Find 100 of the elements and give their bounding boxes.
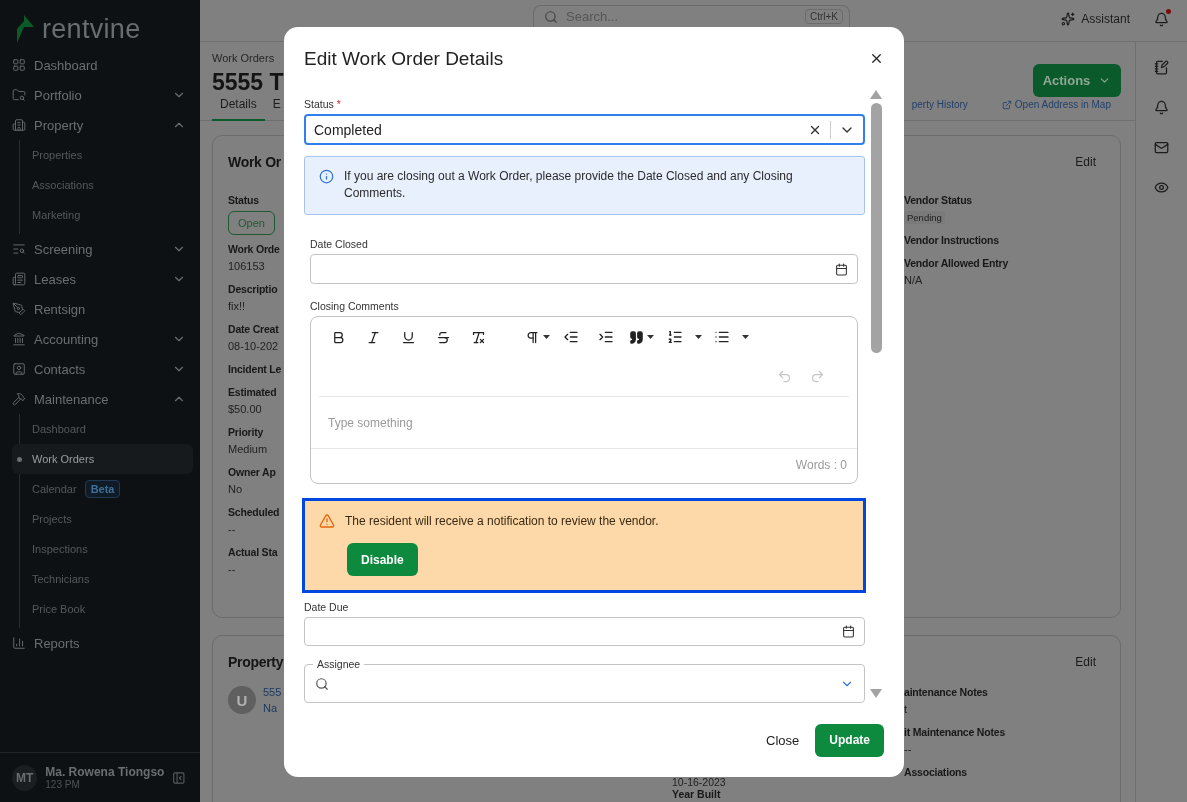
status-badge: Open bbox=[228, 211, 275, 235]
field-label: Closing Comments bbox=[310, 300, 400, 313]
nav-item[interactable]: Property bbox=[0, 110, 200, 140]
field-value: fix!! bbox=[228, 299, 246, 314]
field-value: 08-10-202 bbox=[228, 339, 279, 354]
field-label: Date Due bbox=[304, 601, 350, 614]
nav-item[interactable]: Dashboard bbox=[0, 50, 200, 80]
link[interactable]: Open Address in Map bbox=[1001, 99, 1111, 120]
nav-subitem[interactable]: Dashboard bbox=[12, 414, 193, 444]
nav-subitem[interactable]: Calendar Beta bbox=[12, 474, 193, 504]
field-value: No bbox=[228, 482, 243, 497]
notebook-icon[interactable] bbox=[1154, 60, 1169, 75]
field-label: Scheduled bbox=[228, 505, 280, 520]
field-label: Owner Ap bbox=[228, 465, 276, 480]
grid-icon bbox=[12, 58, 26, 72]
nav-item[interactable]: Reports bbox=[0, 628, 200, 658]
field-value: 106153 bbox=[228, 259, 265, 274]
field-label: it Maintenance Notes bbox=[904, 725, 1006, 740]
underline-icon[interactable] bbox=[401, 329, 416, 345]
disable-button[interactable]: Disable bbox=[347, 543, 418, 577]
close-button[interactable]: Close bbox=[766, 732, 800, 748]
paragraph-icon[interactable] bbox=[525, 329, 540, 345]
bold-icon[interactable] bbox=[331, 329, 346, 345]
nav-item[interactable]: Maintenance bbox=[0, 384, 200, 414]
field-label: Vendor Status bbox=[904, 193, 972, 208]
mail-icon[interactable] bbox=[1154, 140, 1169, 155]
address-link[interactable]: 555 bbox=[263, 684, 282, 700]
sparkles-icon bbox=[1061, 12, 1076, 26]
edit-link[interactable]: Edit bbox=[1075, 655, 1096, 669]
field-label: Work Orde bbox=[228, 242, 280, 257]
actions-button[interactable]: Actions bbox=[1033, 64, 1121, 97]
nav-item[interactable]: Accounting bbox=[0, 324, 200, 354]
calendar-icon bbox=[835, 262, 848, 276]
clear-format-icon[interactable] bbox=[471, 329, 486, 345]
status-badge: Pending bbox=[904, 211, 945, 224]
contact-card-icon bbox=[12, 362, 26, 376]
search-icon bbox=[544, 9, 558, 24]
tab[interactable]: E bbox=[264, 97, 289, 121]
logo-text: rentvine bbox=[42, 13, 141, 45]
nav-subitem[interactable]: Technicians bbox=[12, 564, 193, 594]
field-label: Year Built bbox=[672, 788, 721, 800]
nav-item[interactable]: Contacts bbox=[0, 354, 200, 384]
bank-icon bbox=[12, 332, 26, 346]
field-label: Status * bbox=[304, 98, 342, 110]
caret-icon bbox=[543, 335, 550, 340]
numbered-list-icon[interactable] bbox=[667, 329, 683, 346]
quote-icon[interactable] bbox=[629, 329, 644, 345]
page-title: 5555 T bbox=[212, 69, 284, 96]
hammer-icon bbox=[12, 392, 26, 406]
nav-item[interactable]: Portfolio bbox=[0, 80, 200, 110]
field-label: Status bbox=[228, 193, 259, 208]
italic-icon[interactable] bbox=[366, 329, 381, 345]
nav-subitem[interactable]: Projects bbox=[12, 504, 193, 534]
notifications-button[interactable] bbox=[1154, 12, 1169, 27]
close-button[interactable] bbox=[869, 51, 884, 66]
word-count: Words : 0 bbox=[795, 458, 847, 473]
nav-subitem[interactable]: Inspections bbox=[12, 534, 193, 564]
field-label: Associations bbox=[904, 765, 967, 780]
eye-icon[interactable] bbox=[1154, 180, 1169, 195]
comments-editor[interactable]: Type something Words : 0 bbox=[310, 316, 858, 485]
newspaper-icon bbox=[12, 272, 26, 286]
status-select[interactable]: Completed bbox=[304, 114, 865, 146]
beta-badge: Beta bbox=[84, 480, 121, 498]
nav-subitem[interactable]: Properties bbox=[12, 140, 193, 170]
strikethrough-icon[interactable] bbox=[436, 329, 451, 345]
field-value: -- bbox=[228, 562, 236, 577]
field-value: $50.00 bbox=[228, 402, 262, 417]
nav-item[interactable]: Rentsign bbox=[0, 294, 200, 324]
building-icon bbox=[12, 118, 26, 132]
field-value: 10-16-2023 bbox=[672, 776, 726, 788]
nav-subitem[interactable]: Marketing bbox=[12, 200, 193, 230]
assistant-button[interactable]: Assistant bbox=[1061, 12, 1130, 26]
date-due-field[interactable] bbox=[304, 617, 865, 647]
card-title: Property bbox=[228, 654, 284, 670]
warning-text: The resident will receive a notification to review the vendor. bbox=[345, 514, 659, 529]
edit-link[interactable]: Edit bbox=[1075, 155, 1096, 169]
update-button[interactable]: Update bbox=[815, 723, 884, 757]
nav-item[interactable]: Screening bbox=[0, 234, 200, 264]
address-link[interactable]: Na bbox=[263, 700, 282, 716]
nav-subitem[interactable]: Associations bbox=[12, 170, 193, 200]
field-label: aintenance Notes bbox=[904, 685, 988, 700]
link[interactable]: perty History bbox=[911, 99, 968, 120]
bell-icon[interactable] bbox=[1154, 100, 1169, 115]
field-label: Actual Sta bbox=[228, 545, 278, 560]
calendar-icon bbox=[842, 625, 855, 639]
nav-subitem[interactable]: Work Orders bbox=[12, 444, 193, 474]
nav-item[interactable]: Leases bbox=[0, 264, 200, 294]
nav-subitem[interactable]: Price Book bbox=[12, 594, 193, 624]
warning-icon bbox=[319, 513, 335, 530]
tab[interactable]: Details bbox=[212, 97, 265, 121]
caret-icon bbox=[742, 335, 749, 340]
dialog-title: Edit Work Order Details bbox=[304, 47, 504, 70]
info-icon bbox=[319, 169, 334, 185]
field-label: Date Creat bbox=[228, 322, 279, 337]
date-closed-field[interactable] bbox=[310, 254, 858, 285]
field-label: Estimated bbox=[228, 385, 277, 400]
field-value: Medium bbox=[228, 442, 268, 457]
avatar: U bbox=[228, 686, 256, 714]
pen-icon bbox=[12, 302, 26, 316]
field-label: Date Closed bbox=[310, 238, 369, 251]
